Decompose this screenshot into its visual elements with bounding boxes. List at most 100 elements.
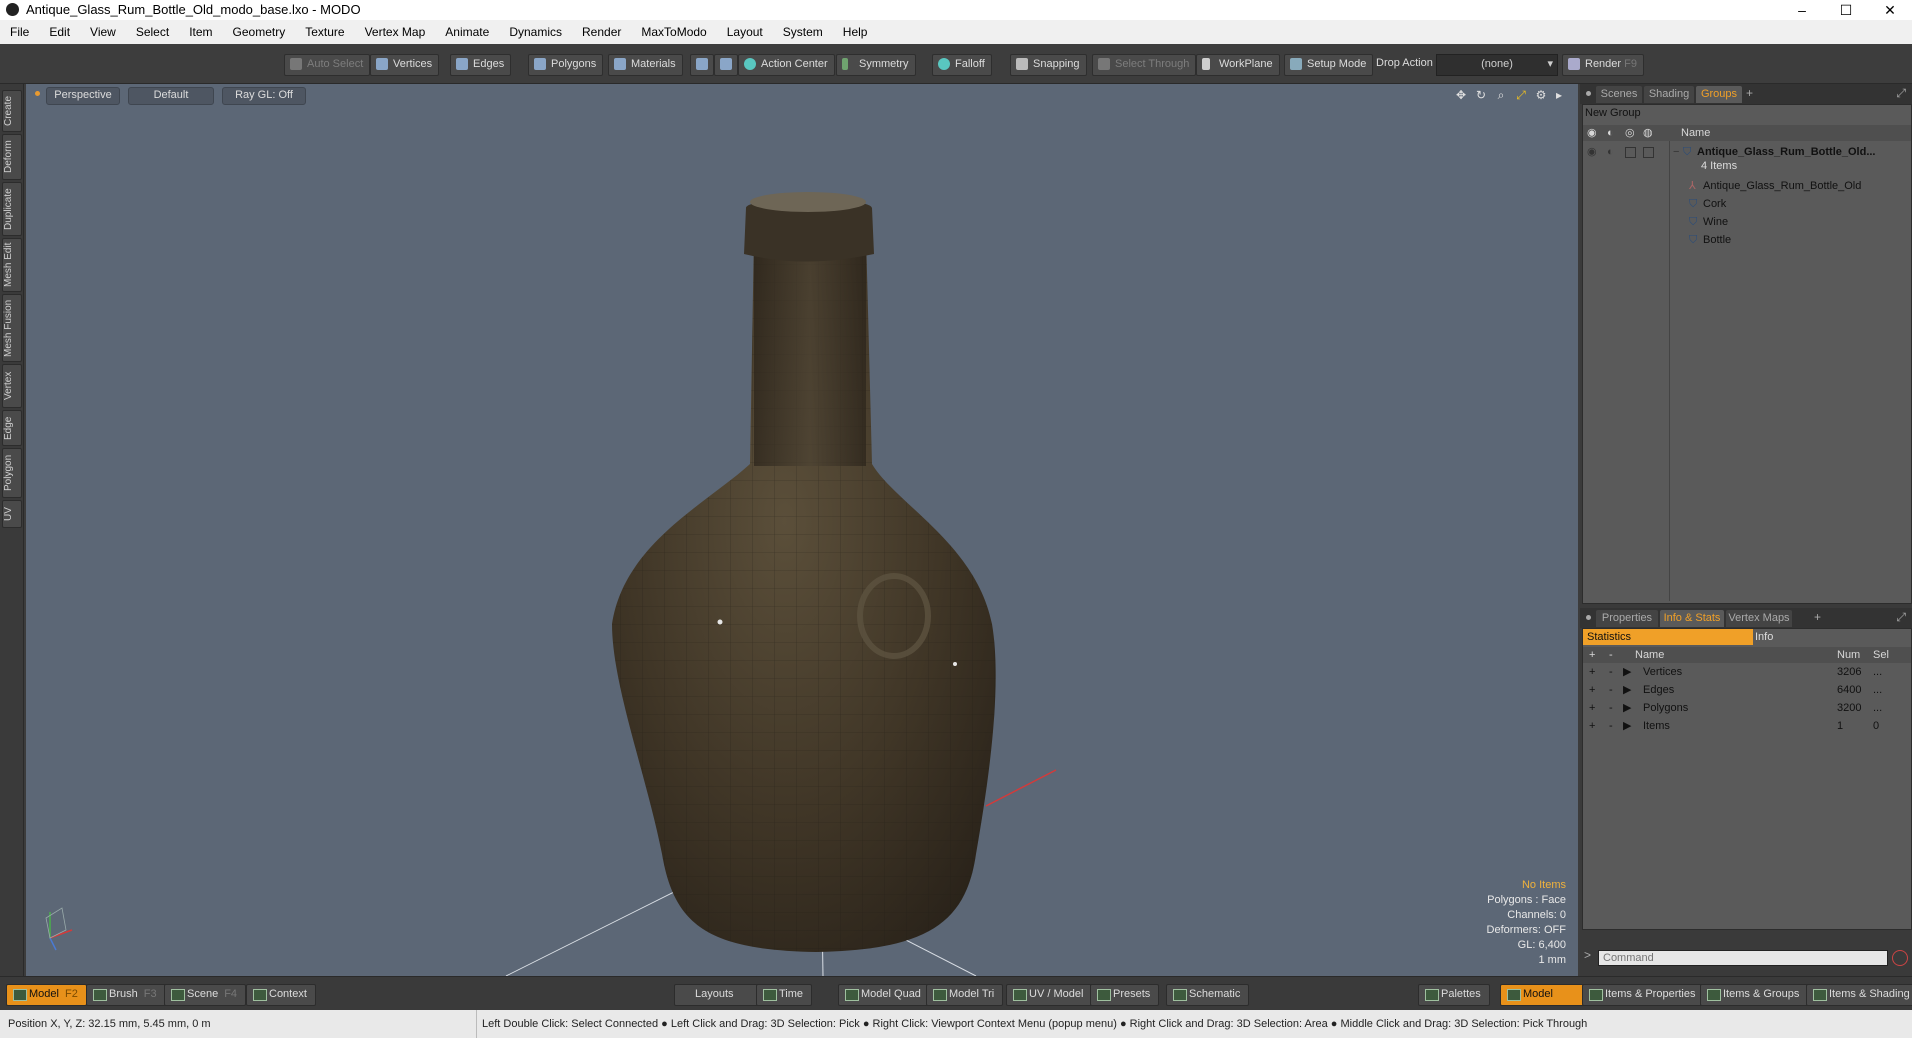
tab-mesh-fusion[interactable]: Mesh Fusion [2, 294, 22, 362]
edges-button[interactable]: Edges [450, 54, 512, 76]
menu-select[interactable]: Select [126, 25, 179, 39]
menu-maxtomodo[interactable]: MaxToModo [631, 25, 716, 39]
cork-top[interactable] [750, 192, 866, 212]
tab-deform[interactable]: Deform [2, 134, 22, 180]
tree-item-cork[interactable]: ⛉ Cork [1583, 195, 1911, 213]
row-expand-arrow-icon[interactable]: ▶ [1623, 717, 1631, 735]
symmetry-button[interactable]: Symmetry [836, 54, 916, 76]
minimize-button[interactable]: – [1780, 0, 1824, 20]
menu-item[interactable]: Item [179, 25, 222, 39]
menu-vertex-map[interactable]: Vertex Map [355, 25, 436, 39]
model-mode-button[interactable]: Model F2 [6, 984, 87, 1006]
stats-row-vertices[interactable]: + - ▶ Vertices 3206 ... [1583, 663, 1911, 681]
panel-options-dot-icon[interactable] [1586, 91, 1591, 96]
items-groups-button[interactable]: Items & Groups [1700, 984, 1809, 1006]
record-icon[interactable] [1892, 950, 1908, 966]
tab-groups[interactable]: Groups [1696, 86, 1742, 103]
row-minus-icon[interactable]: - [1609, 717, 1613, 735]
tab-vertex-maps[interactable]: Vertex Maps [1726, 610, 1792, 627]
row-plus-icon[interactable]: + [1589, 717, 1595, 735]
tab-info-stats[interactable]: Info & Stats [1660, 610, 1724, 627]
tab-properties[interactable]: Properties [1596, 610, 1658, 627]
menu-file[interactable]: File [0, 25, 39, 39]
close-button[interactable]: ✕ [1868, 0, 1912, 20]
panel-expand-icon[interactable]: ⤢ [1896, 610, 1906, 625]
schematic-button[interactable]: Schematic [1166, 984, 1250, 1006]
3d-viewport[interactable]: Perspective Default Ray GL: Off ✥ ↻ ⌕ ⤢ … [26, 84, 1578, 976]
snapping-button[interactable]: Snapping [1010, 54, 1087, 76]
select-mode-a-button[interactable] [690, 54, 714, 76]
model-tri-button[interactable]: Model Tri [926, 984, 1004, 1006]
tab-vertex[interactable]: Vertex [2, 364, 22, 408]
brush-mode-button[interactable]: Brush F3 [86, 984, 166, 1006]
row-plus-icon[interactable]: + [1589, 699, 1595, 717]
menu-edit[interactable]: Edit [39, 25, 80, 39]
tab-info[interactable]: Info [1751, 629, 1912, 645]
presets-button[interactable]: Presets [1090, 984, 1160, 1006]
workplane-button[interactable]: WorkPlane [1196, 54, 1280, 76]
row-plus-icon[interactable]: + [1589, 663, 1595, 681]
stats-row-polygons[interactable]: + - ▶ Polygons 3200 ... [1583, 699, 1911, 717]
menu-layout[interactable]: Layout [717, 25, 773, 39]
polygons-button[interactable]: Polygons [528, 54, 604, 76]
row-expand-arrow-icon[interactable]: ▶ [1623, 663, 1631, 681]
tree-item-wine[interactable]: ⛉ Wine [1583, 213, 1911, 231]
maximize-button[interactable]: ☐ [1824, 0, 1868, 20]
row-minus-icon[interactable]: - [1609, 699, 1613, 717]
collapse-all-minus-icon[interactable]: - [1609, 647, 1613, 663]
items-shading-button[interactable]: Items & Shading [1806, 984, 1912, 1006]
scene-mode-button[interactable]: Scene F4 [164, 984, 247, 1006]
time-button[interactable]: Time [756, 984, 813, 1006]
menu-texture[interactable]: Texture [295, 25, 354, 39]
palettes-button[interactable]: Palettes [1418, 984, 1490, 1006]
panel-expand-icon[interactable]: ⤢ [1896, 86, 1906, 101]
model-quad-button[interactable]: Model Quad [838, 984, 930, 1006]
materials-button[interactable]: Materials [608, 54, 683, 76]
row-minus-icon[interactable]: - [1609, 681, 1613, 699]
add-tab-plus-icon[interactable]: + [1814, 610, 1821, 624]
tab-create[interactable]: Create [2, 90, 22, 132]
action-center-button[interactable]: Action Center [738, 54, 835, 76]
add-tab-plus-icon[interactable]: + [1746, 86, 1753, 100]
tab-mesh-edit[interactable]: Mesh Edit [2, 238, 22, 292]
falloff-button[interactable]: Falloff [932, 54, 992, 76]
context-button[interactable]: Context [246, 984, 316, 1006]
row-expand-arrow-icon[interactable]: ▶ [1623, 699, 1631, 717]
tab-edge[interactable]: Edge [2, 410, 22, 446]
drop-action-select[interactable]: (none) ▾ [1436, 54, 1558, 76]
tab-scenes[interactable]: Scenes [1596, 86, 1642, 103]
vertices-button[interactable]: Vertices [370, 54, 440, 76]
tree-item-bottle[interactable]: ⛉ Bottle [1583, 231, 1911, 249]
tab-uv[interactable]: UV [2, 500, 22, 528]
menu-dynamics[interactable]: Dynamics [499, 25, 572, 39]
select-through-button[interactable]: Select Through [1092, 54, 1197, 76]
uv-model-button[interactable]: UV / Model [1006, 984, 1093, 1006]
menu-view[interactable]: View [80, 25, 126, 39]
menu-system[interactable]: System [773, 25, 833, 39]
tab-shading[interactable]: Shading [1644, 86, 1694, 103]
panel-options-dot-icon[interactable] [1586, 615, 1591, 620]
items-properties-button[interactable]: Items & Properties [1582, 984, 1705, 1006]
window-title: Antique_Glass_Rum_Bottle_Old_modo_base.l… [26, 2, 361, 17]
row-expand-arrow-icon[interactable]: ▶ [1623, 681, 1631, 699]
tab-polygon[interactable]: Polygon [2, 448, 22, 498]
render-button[interactable]: Render F9 [1562, 54, 1644, 76]
tree-item-mesh[interactable]: ⅄ Antique_Glass_Rum_Bottle_Old [1583, 177, 1911, 195]
menu-animate[interactable]: Animate [435, 25, 499, 39]
tab-duplicate[interactable]: Duplicate [2, 182, 22, 236]
stats-row-items[interactable]: + - ▶ Items 1 0 [1583, 717, 1911, 735]
setup-mode-button[interactable]: Setup Mode [1284, 54, 1374, 76]
menu-geometry[interactable]: Geometry [223, 25, 296, 39]
row-plus-icon[interactable]: + [1589, 681, 1595, 699]
menu-help[interactable]: Help [833, 25, 878, 39]
tab-statistics[interactable]: Statistics [1583, 629, 1753, 645]
menu-render[interactable]: Render [572, 25, 631, 39]
auto-select-button[interactable]: Auto Select [284, 54, 371, 76]
select-mode-b-button[interactable] [714, 54, 738, 76]
expand-all-plus-icon[interactable]: + [1589, 647, 1595, 663]
command-input[interactable] [1598, 950, 1888, 966]
new-group-button[interactable]: New Group [1583, 105, 1911, 123]
row-minus-icon[interactable]: - [1609, 663, 1613, 681]
bottle-scene [45, 192, 1057, 976]
stats-row-edges[interactable]: + - ▶ Edges 6400 ... [1583, 681, 1911, 699]
